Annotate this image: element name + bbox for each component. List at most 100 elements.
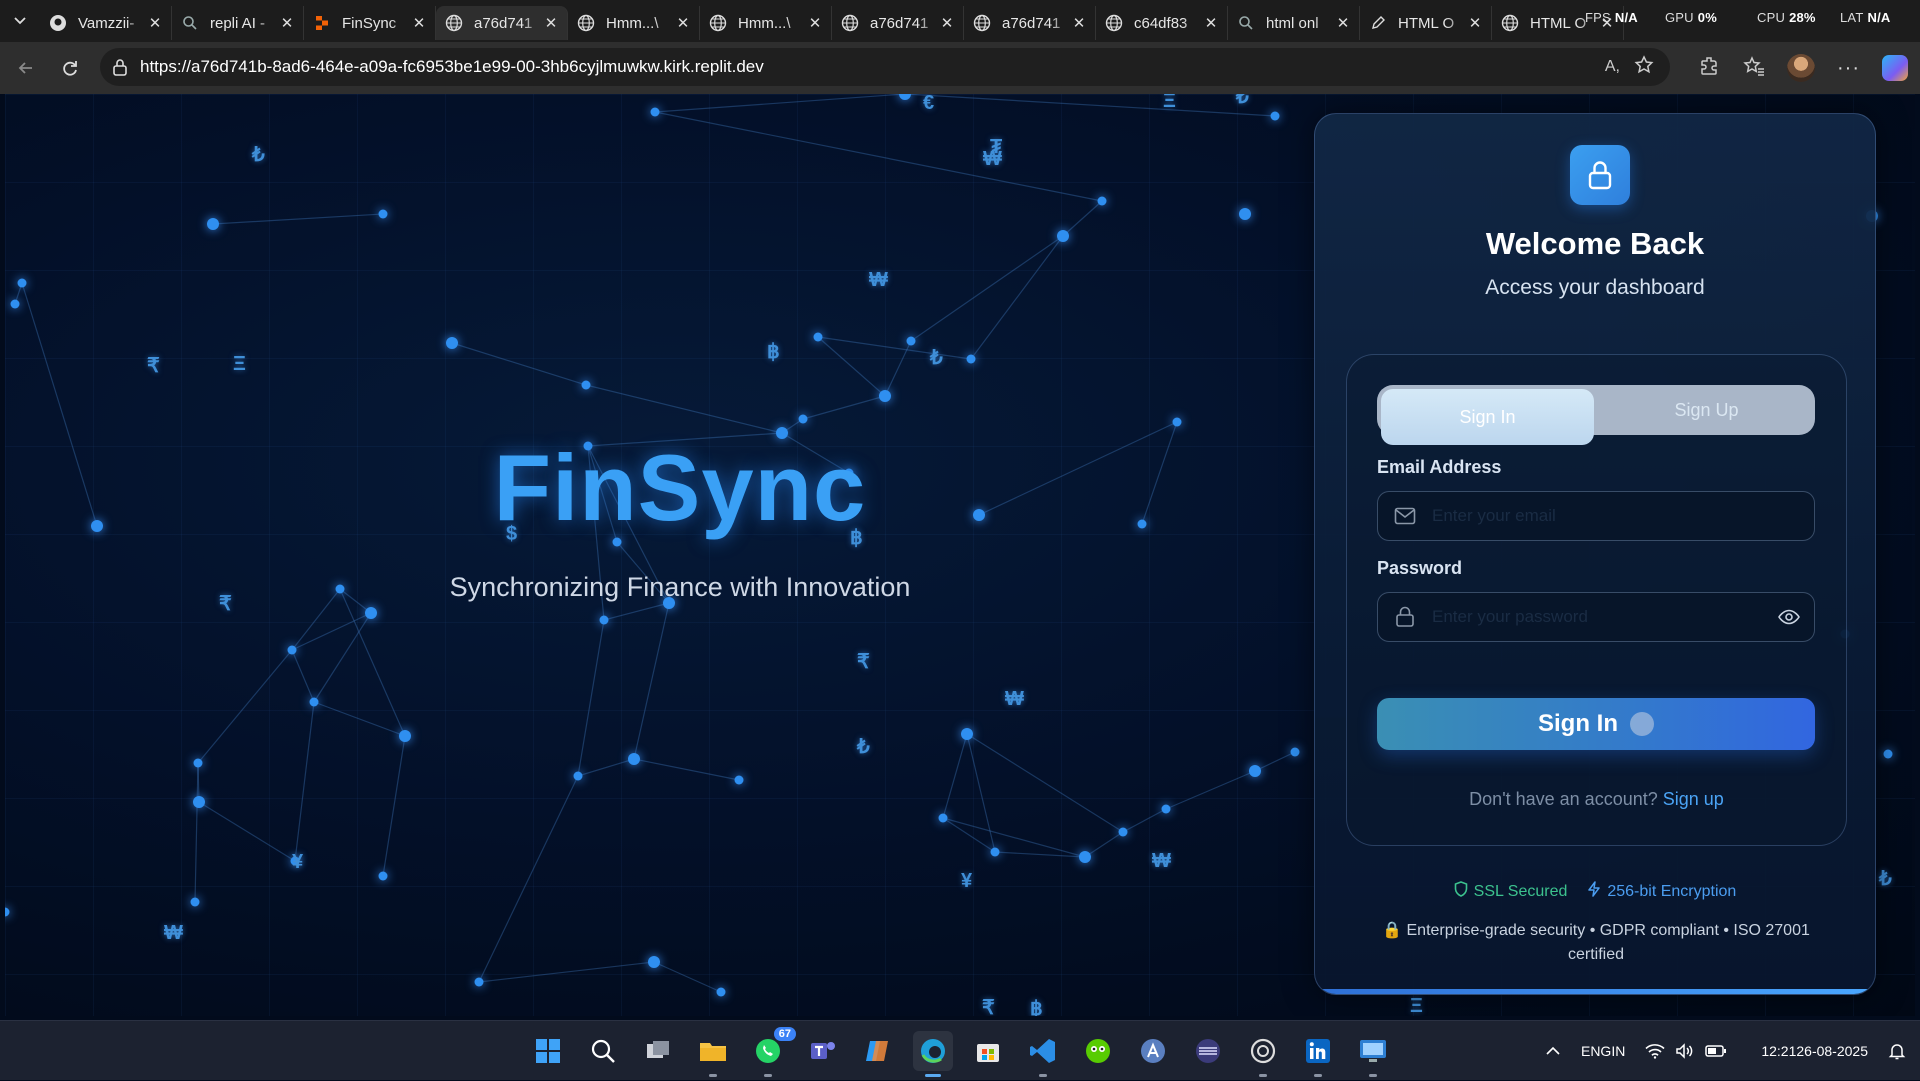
browser-tab[interactable]: FinSync ✕ [304, 6, 436, 40]
password-field[interactable] [1432, 607, 1764, 627]
network-link [194, 762, 199, 903]
close-tab-icon[interactable]: ✕ [675, 14, 691, 32]
close-tab-icon[interactable]: ✕ [147, 14, 163, 32]
running-indicator [925, 1074, 941, 1077]
remote-desktop-icon[interactable] [1353, 1031, 1393, 1077]
browser-tab[interactable]: a76d741 ✕ [436, 6, 568, 40]
reload-icon[interactable] [48, 46, 92, 90]
globe-icon [972, 13, 992, 33]
network-link [1122, 808, 1167, 833]
password-lock-icon [1378, 606, 1432, 628]
tab-sign-in[interactable]: Sign In [1381, 389, 1594, 445]
linkedin-icon[interactable] [1298, 1031, 1338, 1077]
email-field[interactable] [1432, 506, 1814, 526]
duolingo-icon[interactable] [1078, 1031, 1118, 1071]
language-indicator[interactable]: ENG IN [1581, 1042, 1625, 1060]
show-hidden-icons-chevron-icon[interactable] [1545, 1046, 1561, 1056]
teams-icon[interactable] [803, 1031, 843, 1071]
close-tab-icon[interactable]: ✕ [807, 14, 823, 32]
tab-sign-up[interactable]: Sign Up [1598, 385, 1815, 435]
browser-tab[interactable]: Hmm...\ ✕ [700, 6, 832, 40]
url-text[interactable]: https://a76d741b-8ad6-464e-a09a-fc6953be… [140, 57, 1605, 77]
battery-icon[interactable] [1705, 1044, 1727, 1058]
copilot-icon[interactable] [1882, 55, 1908, 81]
browser-tab[interactable]: a76d741 ✕ [964, 6, 1096, 40]
close-tab-icon[interactable]: ✕ [1467, 14, 1483, 32]
security-badges: SSL Secured 256-bit Encryption [1315, 881, 1875, 902]
edge-icon[interactable] [913, 1031, 953, 1077]
windows-taskbar: 67 ENG IN 12:21 26-08-2025 [0, 1020, 1920, 1080]
close-tab-icon[interactable]: ✕ [543, 14, 559, 32]
welcome-heading: Welcome Back [1485, 226, 1705, 261]
notifications-icon[interactable] [1888, 1042, 1906, 1060]
currency-symbol: ₺ [252, 144, 265, 166]
network-link [966, 733, 1124, 833]
padlock-icon: 🔒 [1382, 922, 1403, 939]
currency-symbol: ₺ [930, 347, 943, 369]
site-info-lock-icon[interactable] [100, 58, 140, 76]
security-note: 🔒 Enterprise-grade security • GDPR compl… [1355, 919, 1837, 967]
app-a-icon[interactable] [1133, 1031, 1173, 1071]
show-password-eye-icon[interactable] [1764, 609, 1814, 625]
browser-tab[interactable]: html onl ✕ [1228, 6, 1360, 40]
file-explorer-icon[interactable] [693, 1031, 733, 1077]
profile-avatar[interactable] [1787, 54, 1816, 82]
no-account-text: Don't have an account? [1469, 789, 1658, 809]
search-icon[interactable] [583, 1031, 623, 1071]
network-link [633, 758, 740, 781]
network-node [628, 753, 640, 765]
close-tab-icon[interactable]: ✕ [1071, 14, 1087, 32]
clock[interactable]: 12:21 26-08-2025 [1761, 1042, 1868, 1060]
network-link [653, 961, 722, 993]
hero-brand: FinSync Synchronizing Finance with Innov… [305, 434, 1055, 603]
address-bar[interactable]: https://a76d741b-8ad6-464e-a09a-fc6953be… [100, 48, 1670, 86]
network-link [382, 735, 406, 877]
browser-tab[interactable]: Hmm...\ ✕ [568, 6, 700, 40]
vscode-icon[interactable] [1023, 1031, 1063, 1077]
currency-symbol: ₹ [219, 593, 232, 615]
network-link [1084, 831, 1124, 858]
close-tab-icon[interactable]: ✕ [1203, 14, 1219, 32]
back-icon[interactable] [4, 46, 48, 90]
task-view-icon[interactable] [638, 1031, 678, 1071]
extensions-icon[interactable] [1699, 55, 1721, 82]
close-tab-icon[interactable]: ✕ [411, 14, 427, 32]
whatsapp-icon[interactable]: 67 [748, 1027, 796, 1077]
close-tab-icon[interactable]: ✕ [1335, 14, 1351, 32]
read-aloud-icon[interactable]: A, [1605, 58, 1620, 76]
more-options-icon[interactable]: ··· [1837, 57, 1860, 80]
tab-actions-menu-icon[interactable] [0, 0, 40, 42]
password-label: Password [1377, 558, 1463, 578]
chatgpt-icon[interactable] [1243, 1031, 1283, 1077]
copilot-icon[interactable] [858, 1031, 898, 1071]
close-tab-icon[interactable]: ✕ [939, 14, 955, 32]
store-icon[interactable] [968, 1031, 1008, 1071]
wifi-icon[interactable] [1645, 1043, 1665, 1059]
globe-icon [840, 13, 860, 33]
media-icon[interactable] [1188, 1031, 1228, 1071]
network-link [1254, 751, 1296, 772]
favorite-star-icon[interactable] [1634, 54, 1654, 80]
browser-tab[interactable]: HTML O ✕ [1360, 6, 1492, 40]
browser-tab[interactable]: Vamzzii- ✕ [40, 6, 172, 40]
currency-symbol: Ξ [1410, 995, 1423, 1016]
favorites-icon[interactable] [1743, 55, 1765, 82]
browser-tab[interactable]: c64df83 ✕ [1096, 6, 1228, 40]
clock-time: 12:21 [1761, 1043, 1797, 1059]
tab-title: FinSync [342, 14, 397, 32]
network-link [966, 733, 996, 853]
browser-tab[interactable]: repli AI - ✕ [172, 6, 304, 40]
sign-in-button[interactable]: Sign In [1377, 698, 1815, 750]
login-card: Welcome Back Access your dashboard Sign … [1314, 113, 1876, 995]
lat-readout: LAT N/A [1840, 10, 1891, 25]
encryption-badge: 256-bit Encryption [1587, 881, 1736, 902]
network-node [193, 796, 205, 808]
shield-icon [1454, 881, 1468, 902]
sign-up-link[interactable]: Sign up [1663, 789, 1724, 809]
network-node [1239, 208, 1251, 220]
windows-start-icon[interactable] [528, 1031, 568, 1071]
volume-icon[interactable] [1675, 1043, 1695, 1059]
network-link [654, 111, 1103, 202]
close-tab-icon[interactable]: ✕ [279, 14, 295, 32]
browser-tab[interactable]: a76d741 ✕ [832, 6, 964, 40]
